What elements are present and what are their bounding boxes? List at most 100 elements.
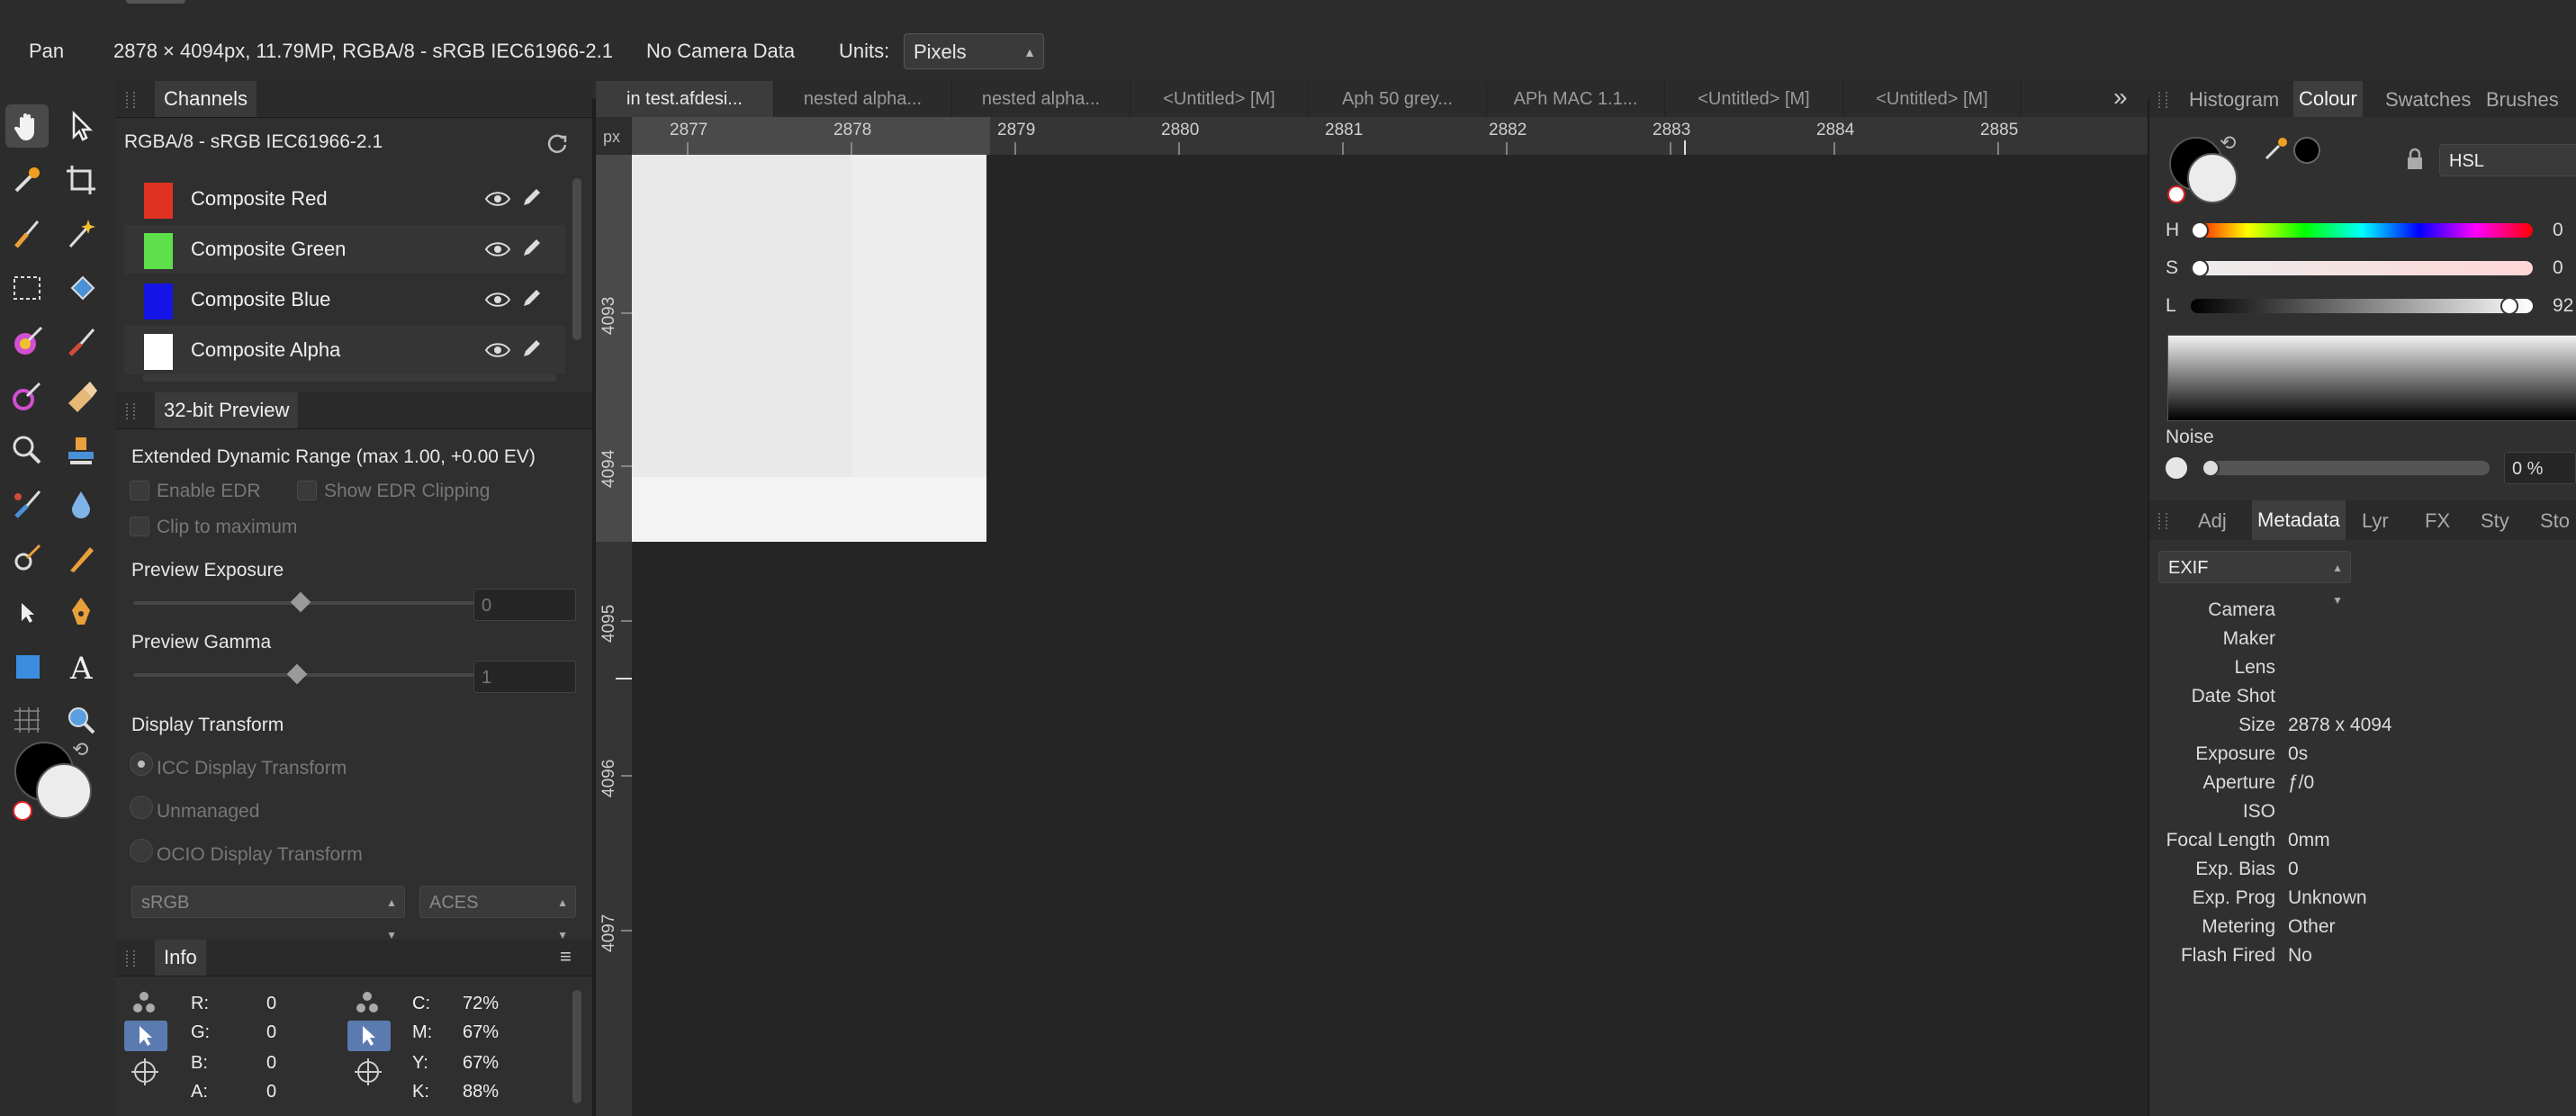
doc-tab[interactable]: APh MAC 1.1... [1487, 81, 1665, 117]
move-arrow-icon[interactable] [59, 104, 103, 148]
pointer-mode-button[interactable] [347, 1021, 391, 1051]
units-select[interactable]: Pixels ▲▼ [904, 33, 1044, 95]
channel-row-alpha[interactable]: Composite Alpha [124, 326, 565, 374]
zoom-icon[interactable] [59, 698, 103, 742]
tab-fx[interactable]: FX [2425, 509, 2450, 533]
channel-row-red[interactable]: Composite Red [124, 175, 565, 223]
preview32-tab[interactable]: 32-bit Preview [155, 392, 299, 428]
eyedropper-icon[interactable] [2263, 135, 2290, 162]
pencil-icon[interactable] [520, 286, 544, 310]
noise-input[interactable]: 0 % [2504, 452, 2576, 484]
icc-radio[interactable] [130, 752, 153, 776]
info-tab[interactable]: Info [155, 940, 206, 976]
doc-tab[interactable]: nested alpha... [952, 81, 1130, 117]
doc-tab[interactable]: <Untitled> [M] [1130, 81, 1309, 117]
pointer-mode-button[interactable] [124, 1021, 167, 1051]
show-edr-clipping-checkbox[interactable] [297, 481, 317, 500]
swap-colours-icon[interactable]: ⟲ [72, 738, 88, 761]
clip-to-max-checkbox[interactable] [130, 517, 149, 536]
rectangle-icon[interactable] [5, 644, 49, 688]
vertical-ruler[interactable]: 4093 4094 4095 4096 4097 [596, 155, 633, 1116]
eraser-icon[interactable] [59, 374, 103, 418]
slider-thumb[interactable] [2500, 297, 2518, 315]
dodge-icon[interactable] [5, 428, 49, 472]
h-value[interactable]: 0 [2553, 220, 2563, 241]
smudge-icon[interactable] [5, 536, 49, 580]
channels-scrollbar[interactable] [572, 178, 581, 340]
eye-icon[interactable] [484, 338, 511, 362]
no-colour-icon[interactable] [13, 801, 32, 821]
color-wheel-brush-icon[interactable] [5, 320, 49, 364]
lightness-gradient-preview[interactable] [2167, 335, 2576, 421]
tab-brushes[interactable]: Brushes [2486, 88, 2559, 112]
color-picker-icon[interactable] [5, 158, 49, 202]
lock-icon[interactable] [2405, 148, 2425, 171]
s-value[interactable]: 0 [2553, 257, 2563, 279]
channels-tab[interactable]: Channels [155, 81, 257, 117]
mesh-warp-icon[interactable] [5, 698, 49, 742]
tab-swatches[interactable]: Swatches [2385, 88, 2471, 112]
channel-row-green[interactable]: Composite Green [124, 225, 565, 274]
eye-icon[interactable] [484, 187, 511, 211]
preview-gamma-input[interactable]: 1 [473, 661, 576, 693]
refresh-icon[interactable] [545, 131, 569, 155]
panel-menu-icon[interactable]: ≡ [560, 945, 572, 968]
info-scrollbar[interactable] [572, 990, 581, 1103]
crosshair-icon[interactable] [353, 1057, 383, 1087]
ocio-radio[interactable] [130, 839, 153, 862]
node-pointer-icon[interactable] [5, 590, 49, 634]
slider-thumb[interactable] [286, 663, 308, 685]
tab-adj[interactable]: Adj [2198, 509, 2227, 533]
l-value[interactable]: 92 [2553, 295, 2573, 317]
ocio-look-select[interactable]: ACES ▲ ▼ [419, 886, 576, 941]
marquee-select-icon[interactable] [5, 266, 49, 310]
tab-sty[interactable]: Sty [2481, 509, 2509, 533]
paint-brush-2-icon[interactable] [59, 320, 103, 364]
doc-tab[interactable]: in test.afdesi... [596, 81, 774, 117]
paint-brush-icon[interactable] [5, 212, 49, 256]
doc-tab[interactable]: <Untitled> [M] [1665, 81, 1843, 117]
swap-colours-icon[interactable]: ⟲ [2220, 131, 2236, 155]
hue-slider[interactable] [2191, 223, 2533, 238]
noise-slider[interactable] [2202, 461, 2490, 475]
channels-hscrollbar[interactable] [142, 374, 556, 382]
slider-thumb[interactable] [2191, 259, 2209, 277]
pen-tool-icon[interactable] [59, 590, 103, 634]
metadata-section-select[interactable]: EXIF ▲ ▼ [2158, 551, 2351, 607]
tabs-overflow-icon[interactable]: » [2113, 83, 2128, 112]
text-icon[interactable]: A [59, 644, 103, 688]
colour-model-select[interactable]: HSL [2439, 144, 2576, 176]
doc-tab[interactable]: <Untitled> [M] [1843, 81, 2022, 117]
blur-drop-icon[interactable] [59, 482, 103, 526]
doc-tab[interactable]: Aph 50 grey... [1309, 81, 1487, 117]
clone-stamp-icon[interactable] [59, 428, 103, 472]
crop-icon[interactable] [59, 158, 103, 202]
no-colour-icon[interactable] [2167, 185, 2185, 203]
ocio-space-select[interactable]: sRGB ▲ ▼ [131, 886, 405, 941]
tab-histogram[interactable]: Histogram [2189, 88, 2279, 112]
crosshair-icon[interactable] [130, 1057, 160, 1087]
pencil-icon[interactable] [520, 236, 544, 259]
channel-row-blue[interactable]: Composite Blue [124, 275, 565, 324]
tab-colour[interactable]: Colour [2293, 81, 2363, 117]
preview-exposure-input[interactable]: 0 [473, 589, 576, 621]
slider-thumb[interactable] [2191, 221, 2209, 239]
doc-tab[interactable]: nested alpha... [774, 81, 952, 117]
eye-icon[interactable] [484, 288, 511, 311]
document-canvas[interactable] [632, 155, 2148, 1116]
pen-brush-icon[interactable] [59, 536, 103, 580]
retouch-brush-icon[interactable] [5, 482, 49, 526]
lightness-slider[interactable] [2191, 299, 2533, 313]
magic-wand-icon[interactable] [59, 212, 103, 256]
secondary-colour-well[interactable] [36, 763, 92, 819]
slider-thumb[interactable] [290, 591, 311, 613]
eye-icon[interactable] [484, 238, 511, 261]
flood-fill-icon[interactable] [59, 266, 103, 310]
secondary-colour-well[interactable] [2187, 153, 2238, 203]
pencil-icon[interactable] [520, 185, 544, 209]
pencil-icon[interactable] [520, 337, 544, 360]
tab-lyr[interactable]: Lyr [2362, 509, 2389, 533]
horizontal-ruler[interactable]: px 2877 2878 2879 2880 2881 2882 2883 28… [596, 117, 2148, 156]
slider-thumb[interactable] [2202, 459, 2220, 477]
enable-edr-checkbox[interactable] [130, 481, 149, 500]
